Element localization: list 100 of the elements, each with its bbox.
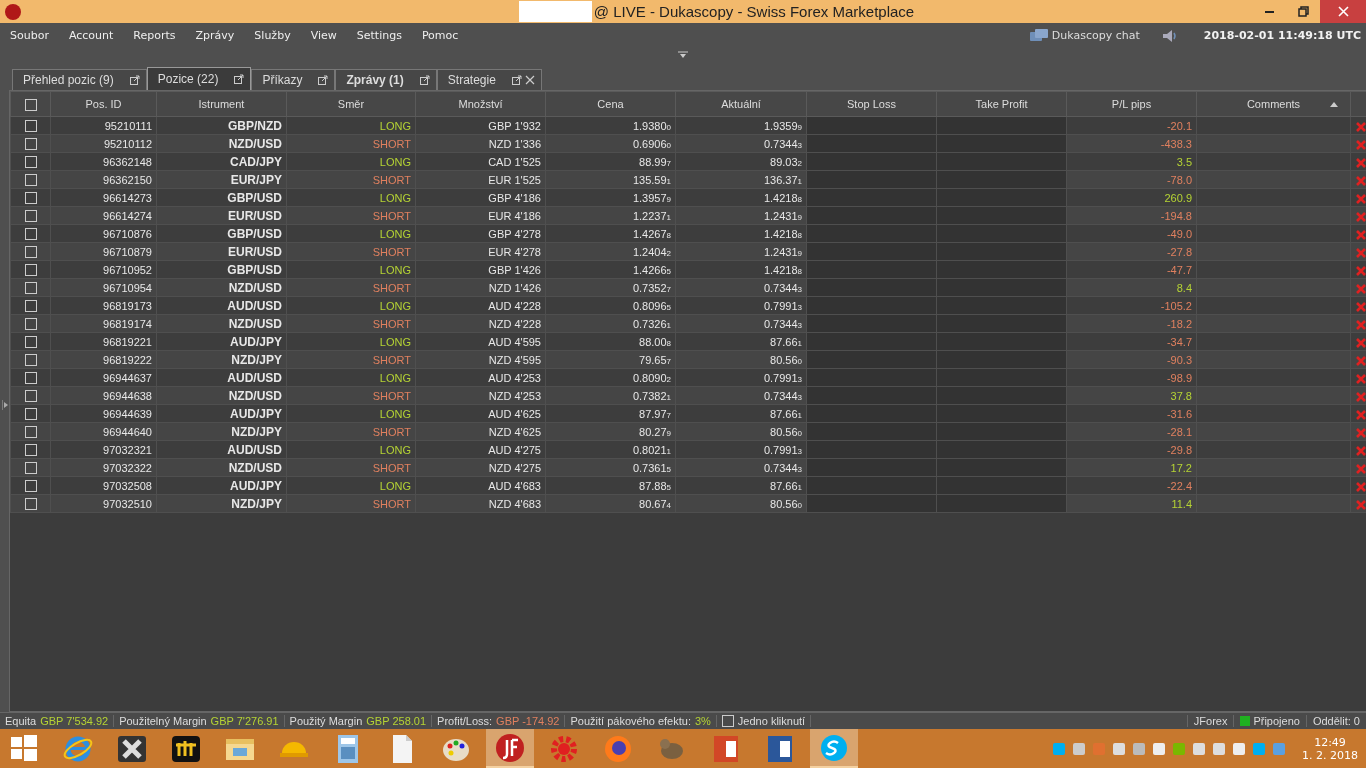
- menu-item[interactable]: Settings: [356, 29, 402, 42]
- row-checkbox[interactable]: [24, 408, 37, 421]
- column-header[interactable]: Směr: [286, 91, 416, 117]
- tray-icon[interactable]: [1212, 741, 1226, 756]
- row-checkbox[interactable]: [24, 192, 37, 205]
- speaker-icon[interactable]: [1161, 28, 1178, 43]
- tray-icon[interactable]: [1232, 741, 1246, 756]
- tab[interactable]: Přehled pozic (9): [12, 69, 147, 90]
- tray-icon[interactable]: [1132, 741, 1146, 756]
- side-panel-handle-icon[interactable]: [2, 399, 9, 410]
- close-position-icon[interactable]: [1356, 211, 1366, 222]
- tab[interactable]: Zprávy (1): [335, 69, 437, 90]
- row-checkbox[interactable]: [24, 354, 37, 367]
- row-checkbox[interactable]: [24, 246, 37, 259]
- close-position-icon[interactable]: [1356, 175, 1366, 186]
- dropdown-arrow-icon[interactable]: [678, 51, 688, 59]
- row-checkbox[interactable]: [24, 300, 37, 313]
- tab[interactable]: Příkazy: [251, 69, 336, 90]
- row-checkbox[interactable]: [24, 156, 37, 169]
- row-checkbox[interactable]: [24, 498, 37, 511]
- close-position-icon[interactable]: [1356, 157, 1366, 168]
- close-position-icon[interactable]: [1356, 229, 1366, 240]
- close-position-icon[interactable]: [1356, 373, 1366, 384]
- close-position-icon[interactable]: [1356, 193, 1366, 204]
- row-checkbox[interactable]: [24, 318, 37, 331]
- menu-item[interactable]: Account: [68, 29, 114, 42]
- close-position-icon[interactable]: [1356, 409, 1366, 420]
- tray-icon[interactable]: [1072, 741, 1086, 756]
- tab[interactable]: Pozice (22): [146, 67, 252, 90]
- close-position-icon[interactable]: [1356, 247, 1366, 258]
- column-header[interactable]: Množství: [415, 91, 546, 117]
- row-checkbox[interactable]: [24, 390, 37, 403]
- chat-icon[interactable]: [1029, 28, 1048, 43]
- column-header[interactable]: Stop Loss: [806, 91, 937, 117]
- close-position-icon[interactable]: [1356, 463, 1366, 474]
- select-all-checkbox[interactable]: [24, 98, 37, 111]
- column-header[interactable]: Pos. ID: [50, 91, 157, 117]
- row-checkbox[interactable]: [24, 210, 37, 223]
- checkbox[interactable]: [721, 715, 734, 727]
- row-checkbox[interactable]: [24, 174, 37, 187]
- platform-label: JForex: [1186, 715, 1234, 727]
- tray-icon[interactable]: [1112, 741, 1126, 756]
- column-header[interactable]: Istrument: [156, 91, 287, 117]
- menu-item[interactable]: Zprávy: [195, 29, 235, 42]
- close-position-icon[interactable]: [1356, 499, 1366, 510]
- close-position-icon[interactable]: [1356, 319, 1366, 330]
- tray-icon[interactable]: [1152, 741, 1166, 756]
- tab[interactable]: Strategie: [436, 69, 542, 90]
- close-position-icon[interactable]: [1356, 337, 1366, 348]
- row-checkbox[interactable]: [24, 372, 37, 385]
- row-checkbox[interactable]: [24, 480, 37, 493]
- pop-out-icon[interactable]: [419, 75, 430, 85]
- column-header[interactable]: Cena: [545, 91, 676, 117]
- row-checkbox[interactable]: [24, 444, 37, 457]
- row-checkbox[interactable]: [24, 336, 37, 349]
- close-button[interactable]: [1320, 0, 1366, 23]
- column-header[interactable]: Aktuální: [675, 91, 807, 117]
- close-icon: [1337, 6, 1349, 17]
- close-position-icon[interactable]: [1356, 355, 1366, 366]
- row-checkbox[interactable]: [24, 462, 37, 475]
- pop-out-icon[interactable]: [129, 75, 140, 85]
- menu-item[interactable]: Soubor: [10, 29, 49, 42]
- close-position-icon[interactable]: [1356, 283, 1366, 294]
- taskbar-button[interactable]: [486, 729, 534, 768]
- status-value: 3%: [694, 715, 711, 727]
- chat-link[interactable]: Dukascopy chat: [1051, 29, 1140, 42]
- status-label: Použitelný Margin: [119, 715, 207, 727]
- app-logo-icon: [5, 3, 21, 20]
- pop-out-icon[interactable]: [234, 74, 245, 84]
- row-checkbox[interactable]: [24, 426, 37, 439]
- menu-item[interactable]: Reports: [133, 29, 176, 42]
- pop-out-icon[interactable]: [511, 75, 522, 85]
- close-position-icon[interactable]: [1356, 265, 1366, 276]
- close-position-icon[interactable]: [1356, 427, 1366, 438]
- column-header[interactable]: Take Profit: [936, 91, 1067, 117]
- close-position-icon[interactable]: [1356, 121, 1366, 132]
- tray-icon[interactable]: [1192, 741, 1206, 756]
- close-position-icon[interactable]: [1356, 391, 1366, 402]
- menu-item[interactable]: View: [310, 29, 337, 42]
- row-checkbox[interactable]: [24, 138, 37, 151]
- close-position-icon[interactable]: [1356, 481, 1366, 492]
- window-title: @ LIVE - Dukascopy - Swiss Forex Marketplace: [593, 3, 915, 20]
- row-checkbox[interactable]: [24, 264, 37, 277]
- status-label: Použitý Margin: [289, 715, 363, 727]
- menu-item[interactable]: Služby: [254, 29, 291, 42]
- checkbox-label: Jedno kliknutí: [737, 715, 806, 727]
- status-label: Profit/Loss:: [437, 715, 493, 727]
- status-label: Použití pákového efektu:: [570, 715, 691, 727]
- row-checkbox[interactable]: [24, 120, 37, 133]
- menu-item[interactable]: Pomoc: [421, 29, 459, 42]
- close-position-icon[interactable]: [1356, 301, 1366, 312]
- column-header[interactable]: P/L pips: [1066, 91, 1197, 117]
- row-checkbox[interactable]: [24, 282, 37, 295]
- pop-out-icon[interactable]: [318, 75, 329, 85]
- column-header[interactable]: Comments: [1246, 98, 1301, 110]
- status-value: GBP 258.01: [366, 715, 427, 727]
- row-checkbox[interactable]: [24, 228, 37, 241]
- close-position-icon[interactable]: [1356, 139, 1366, 150]
- close-icon[interactable]: [524, 75, 535, 85]
- close-position-icon[interactable]: [1356, 445, 1366, 456]
